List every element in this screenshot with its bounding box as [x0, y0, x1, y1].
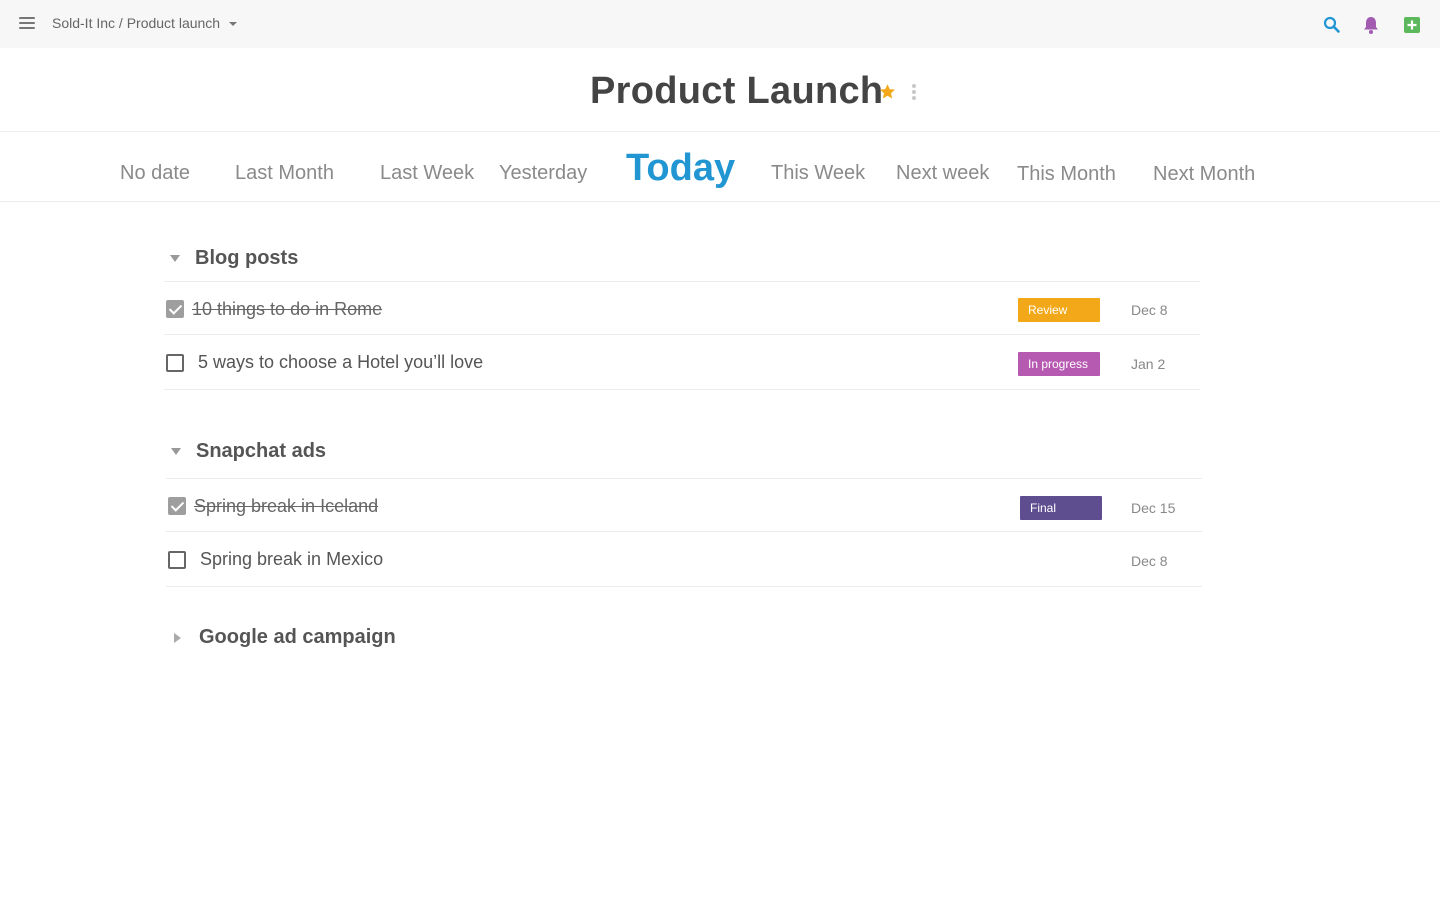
task-row: 10 things to do in Rome Review Dec 8 — [164, 282, 1200, 335]
group-header-snapchat-ads[interactable]: Snapchat ads — [171, 440, 326, 463]
due-date: Dec 15 — [1131, 500, 1176, 516]
due-date: Dec 8 — [1131, 302, 1168, 318]
status-badge[interactable]: In progress — [1018, 352, 1100, 376]
add-icon[interactable] — [1402, 15, 1422, 35]
status-badge[interactable]: Final — [1020, 496, 1102, 520]
tab-last-month[interactable]: Last Month — [235, 162, 334, 185]
divider — [164, 389, 1200, 390]
divider — [166, 586, 1202, 587]
breadcrumb[interactable]: Sold-It Inc / Product launch — [52, 15, 238, 31]
task-checkbox[interactable] — [168, 497, 186, 515]
task-checkbox[interactable] — [166, 300, 184, 318]
group-header-blog-posts[interactable]: Blog posts — [170, 247, 298, 270]
task-title[interactable]: 5 ways to choose a Hotel you’ll love — [198, 352, 483, 373]
tab-no-date[interactable]: No date — [120, 162, 190, 185]
star-icon[interactable] — [879, 83, 896, 100]
due-date: Jan 2 — [1131, 356, 1166, 372]
bell-icon[interactable] — [1361, 15, 1381, 35]
group-header-google-ad-campaign[interactable]: Google ad campaign — [172, 626, 396, 649]
task-title[interactable]: Spring break in Iceland — [194, 496, 378, 517]
task-checkbox[interactable] — [168, 551, 186, 569]
task-row: Spring break in Iceland Final Dec 15 — [166, 479, 1202, 532]
task-row: Spring break in Mexico Dec 8 — [166, 532, 1202, 585]
tab-today[interactable]: Today — [626, 147, 735, 190]
group-title: Snapchat ads — [196, 440, 327, 462]
search-icon[interactable] — [1322, 15, 1342, 35]
task-title[interactable]: 10 things to do in Rome — [192, 299, 382, 320]
menu-icon[interactable] — [19, 17, 35, 30]
tab-next-month[interactable]: Next Month — [1153, 163, 1255, 186]
collapse-arrow-icon — [171, 448, 181, 455]
tab-next-week[interactable]: Next week — [896, 162, 989, 185]
group-title: Google ad campaign — [199, 626, 396, 648]
due-date: Dec 8 — [1131, 553, 1168, 569]
tab-this-week[interactable]: This Week — [771, 162, 865, 185]
timeline-tabs: No date Last Month Last Week Yesterday T… — [0, 132, 1440, 202]
task-title[interactable]: Spring break in Mexico — [200, 549, 383, 570]
chevron-down-icon — [229, 22, 238, 26]
group-title: Blog posts — [195, 247, 299, 269]
task-row: 5 ways to choose a Hotel you’ll love In … — [164, 335, 1200, 388]
expand-arrow-icon — [174, 632, 181, 643]
page-title: Product Launch — [590, 70, 884, 112]
top-bar: Sold-It Inc / Product launch — [0, 0, 1440, 48]
tab-yesterday[interactable]: Yesterday — [499, 162, 587, 185]
task-checkbox[interactable] — [166, 354, 184, 372]
tab-this-month[interactable]: This Month — [1017, 163, 1116, 186]
tab-last-week[interactable]: Last Week — [380, 162, 474, 185]
breadcrumb-label: Sold-It Inc / Product launch — [52, 15, 221, 31]
title-row: Product Launch — [0, 48, 1440, 132]
status-badge[interactable]: Review — [1018, 298, 1100, 322]
collapse-arrow-icon — [170, 255, 180, 262]
more-vertical-icon[interactable] — [910, 84, 918, 101]
